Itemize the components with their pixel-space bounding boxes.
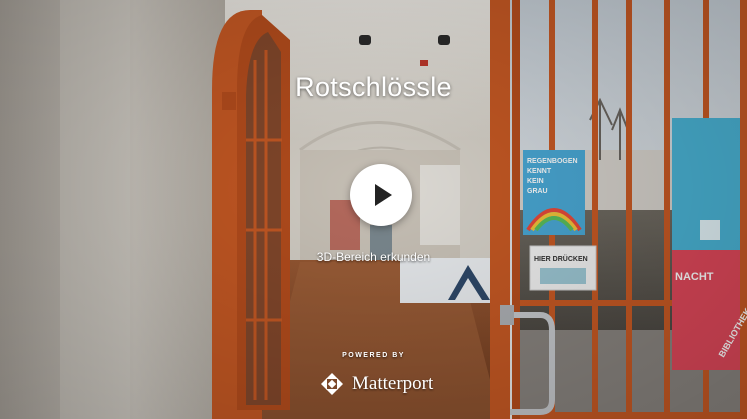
play-button[interactable] xyxy=(350,164,412,226)
poster-left-line-4: GRAU xyxy=(527,188,548,195)
explore-3d-label: 3D-Bereich erkunden xyxy=(316,250,431,264)
powered-by-label: POWERED BY xyxy=(342,352,405,359)
poster-right-line-1: NACHT xyxy=(675,271,714,283)
play-icon xyxy=(375,184,392,206)
matterport-brand-link[interactable]: Matterport xyxy=(319,370,433,398)
poster-left-line-2: KENNT xyxy=(527,168,552,175)
matterport-wordmark: Matterport xyxy=(352,373,434,394)
poster-left-line-1: REGENBOGEN xyxy=(527,158,578,165)
tour-title: Rotschlössle xyxy=(295,72,452,102)
tour-viewport[interactable]: REGENBOGEN KENNT KEIN GRAU HIER DRÜCKEN … xyxy=(0,0,747,419)
poster-left-line-3: KEIN xyxy=(527,178,544,185)
matterport-logo-icon xyxy=(321,373,343,395)
